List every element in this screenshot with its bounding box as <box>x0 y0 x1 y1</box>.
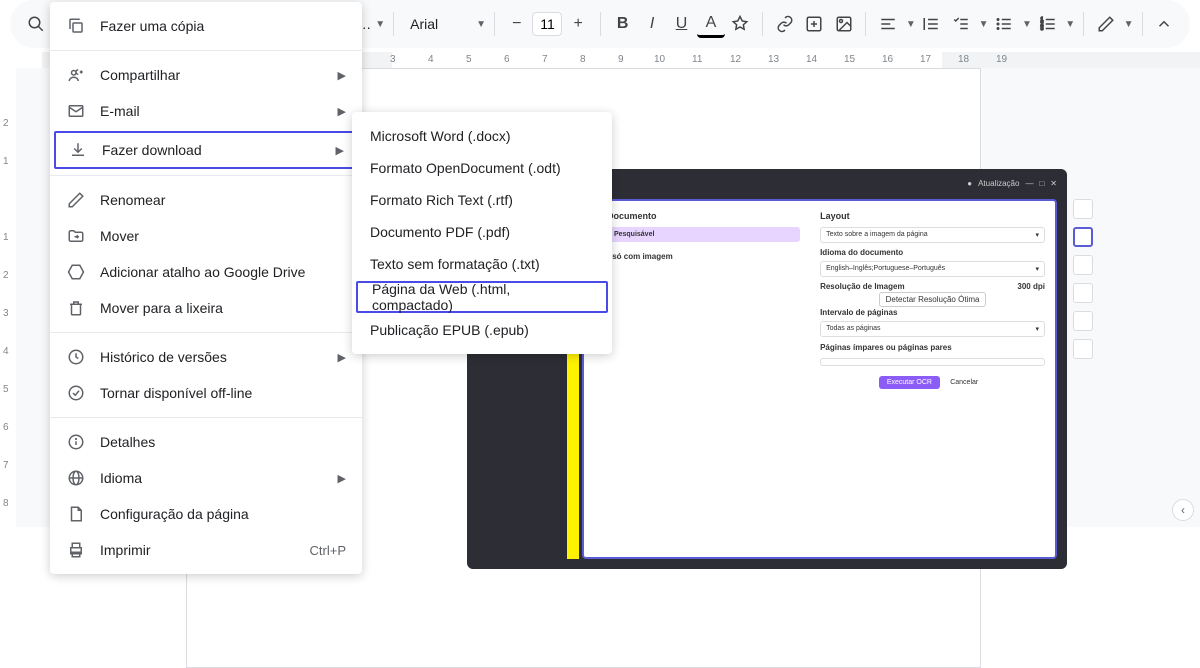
res-label: Resolução de Imagem <box>820 282 904 291</box>
share-icon <box>66 65 86 85</box>
page-icon <box>66 504 86 524</box>
explore-button[interactable]: ‹ <box>1172 499 1194 521</box>
svg-text:3: 3 <box>1040 26 1043 32</box>
download-odt[interactable]: Formato OpenDocument (.odt) <box>352 152 612 184</box>
side-icon <box>1073 199 1093 219</box>
copy-icon <box>66 16 86 36</box>
offline-menu-item[interactable]: Tornar disponível off-line <box>50 375 362 411</box>
chevron-down-icon: ▼ <box>1124 19 1134 30</box>
pencil-icon <box>66 190 86 210</box>
history-icon <box>66 347 86 367</box>
offline-icon <box>66 383 86 403</box>
chevron-down-icon: ▼ <box>1022 19 1032 30</box>
move-menu-item[interactable]: Mover <box>50 218 362 254</box>
checklist-button[interactable] <box>947 10 974 38</box>
text-color-button[interactable]: A <box>697 10 724 38</box>
decrease-font-size-button[interactable]: − <box>503 10 530 38</box>
download-menu-item[interactable]: Fazer download ▶ <box>54 131 358 169</box>
numbered-list-button[interactable]: 123 <box>1034 10 1061 38</box>
align-button[interactable] <box>874 10 901 38</box>
italic-button[interactable]: I <box>638 10 665 38</box>
chevron-right-icon: ▶ <box>338 105 346 118</box>
download-submenu: Microsoft Word (.docx) Formato OpenDocum… <box>352 112 612 354</box>
download-txt[interactable]: Texto sem formatação (.txt) <box>352 248 612 280</box>
side-icon <box>1073 339 1093 359</box>
update-label: Atualização <box>978 179 1019 188</box>
highlight-button[interactable] <box>727 10 754 38</box>
info-icon <box>66 432 86 452</box>
lang-value: English–Inglês;Portuguese–Português <box>826 265 945 273</box>
download-docx[interactable]: Microsoft Word (.docx) <box>352 120 612 152</box>
download-pdf[interactable]: Documento PDF (.pdf) <box>352 216 612 248</box>
detect-resolution-button: Detectar Resolução Ótima <box>879 292 987 307</box>
chevron-down-icon[interactable]: ▼ <box>476 19 486 30</box>
range-value: Todas as páginas <box>826 325 880 333</box>
odd-even-label: Páginas ímpares ou páginas pares <box>820 343 1045 352</box>
print-menu-item[interactable]: Imprimir Ctrl+P <box>50 532 362 568</box>
chevron-right-icon: ▶ <box>338 69 346 82</box>
chevron-right-icon: ▶ <box>336 144 344 157</box>
bold-button[interactable]: B <box>609 10 636 38</box>
details-menu-item[interactable]: Detalhes <box>50 424 362 460</box>
insert-comment-button[interactable] <box>801 10 828 38</box>
run-ocr-button: Executar OCR <box>879 376 940 389</box>
download-html[interactable]: Página da Web (.html, compactado) <box>356 281 608 313</box>
increase-font-size-button[interactable]: + <box>564 10 591 38</box>
language-menu-item[interactable]: Idioma ▶ <box>50 460 362 496</box>
search-icon[interactable] <box>22 10 49 38</box>
trash-icon <box>66 298 86 318</box>
layout-heading: Layout <box>820 211 1045 221</box>
globe-icon <box>66 468 86 488</box>
side-icon <box>1073 283 1093 303</box>
collapse-toolbar-button[interactable] <box>1151 10 1178 38</box>
res-value: 300 dpi <box>1017 282 1045 291</box>
chevron-down-icon[interactable]: ▼ <box>375 19 385 30</box>
chevron-down-icon: ▼ <box>979 19 989 30</box>
side-icon-active <box>1073 227 1093 247</box>
underline-button[interactable]: U <box>668 10 695 38</box>
email-menu-item[interactable]: E-mail ▶ <box>50 93 362 129</box>
print-shortcut: Ctrl+P <box>310 543 346 558</box>
side-icon <box>1073 255 1093 275</box>
file-menu: Fazer uma cópia Compartilhar ▶ E-mail ▶ … <box>50 2 362 574</box>
rename-menu-item[interactable]: Renomear <box>50 182 362 218</box>
range-label: Intervalo de páginas <box>820 308 1045 317</box>
lang-label: Idioma do documento <box>820 248 1045 257</box>
drive-shortcut-icon <box>66 262 86 282</box>
download-epub[interactable]: Publicação EPUB (.epub) <box>352 314 612 346</box>
chevron-right-icon: ▶ <box>338 472 346 485</box>
side-icon <box>1073 311 1093 331</box>
bulleted-list-button[interactable] <box>991 10 1018 38</box>
add-shortcut-menu-item[interactable]: Adicionar atalho ao Google Drive <box>50 254 362 290</box>
font-family-dropdown[interactable]: Arial <box>402 16 472 32</box>
edit-mode-button[interactable] <box>1092 10 1119 38</box>
cancel-button: Cancelar <box>942 376 986 389</box>
move-to-trash-menu-item[interactable]: Mover para a lixeira <box>50 290 362 326</box>
font-size-input[interactable] <box>532 12 562 36</box>
share-menu-item[interactable]: Compartilhar ▶ <box>50 57 362 93</box>
version-history-menu-item[interactable]: Histórico de versões ▶ <box>50 339 362 375</box>
folder-move-icon <box>66 226 86 246</box>
email-icon <box>66 101 86 121</box>
vertical-ruler: 2 1 1 2 3 4 5 6 7 8 <box>0 68 16 527</box>
download-icon <box>68 140 88 160</box>
chevron-right-icon: ▶ <box>338 351 346 364</box>
line-spacing-button[interactable] <box>918 10 945 38</box>
download-rtf[interactable]: Formato Rich Text (.rtf) <box>352 184 612 216</box>
make-copy-menu-item[interactable]: Fazer uma cópia <box>50 8 362 44</box>
print-icon <box>66 540 86 560</box>
doc-type-heading: de Documento <box>594 211 800 221</box>
layout-value: Texto sobre a imagem da página <box>826 231 928 239</box>
insert-link-button[interactable] <box>771 10 798 38</box>
insert-image-button[interactable] <box>830 10 857 38</box>
chevron-down-icon: ▼ <box>906 19 916 30</box>
chevron-down-icon: ▼ <box>1065 19 1075 30</box>
